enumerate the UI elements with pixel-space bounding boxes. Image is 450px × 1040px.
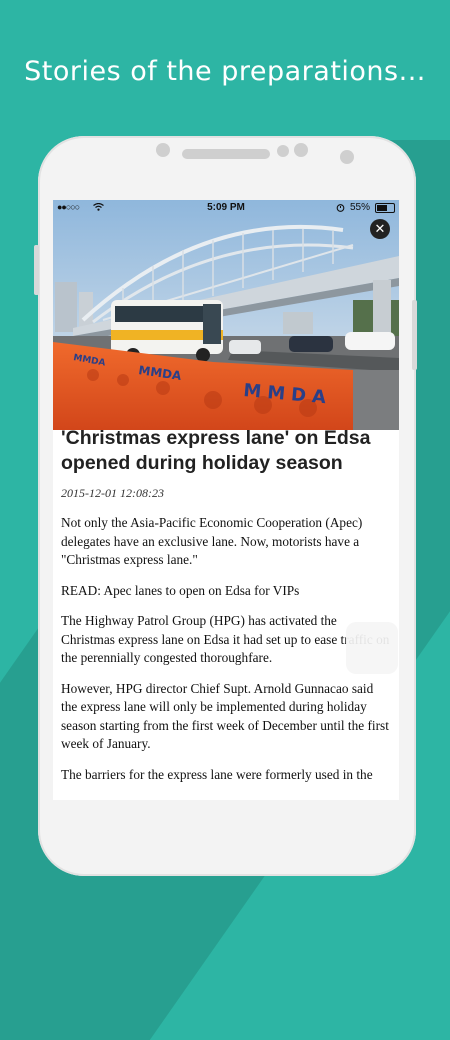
phone-sensor-3 (340, 150, 354, 164)
headline-rest: of the preparations... (121, 56, 426, 87)
status-bar: ●●○○○ 5:09 PM 55% (53, 200, 399, 216)
promo-headline: Stories of the preparations... (0, 56, 450, 87)
phone-sensor (277, 145, 289, 157)
article-paragraph: The Highway Patrol Group (HPG) has activ… (61, 613, 390, 665)
article-body: 'Christmas express lane' on Edsa opened … (61, 426, 391, 796)
phone-speaker (182, 149, 270, 159)
article-date: 2015-12-01 12:08:23 (61, 486, 164, 500)
floating-action-button[interactable] (346, 622, 398, 674)
battery-percent: 55% (349, 202, 370, 213)
article-title: 'Christmas express lane' on Edsa opened … (61, 427, 371, 474)
phone-sensor-2 (294, 143, 308, 157)
phone-screen: MMDA MMDA MMDA ●●○○○ 5:09 PM 55% ✕ 'Chri… (53, 200, 399, 800)
close-icon: ✕ (374, 221, 386, 236)
phone-volume-button (34, 245, 39, 295)
phone-camera (156, 143, 170, 157)
article-paragraph: The barriers for the express lane were f… (61, 766, 373, 782)
article-paragraph: However, HPG director Chief Supt. Arnold… (61, 680, 389, 752)
phone-power-button (412, 300, 417, 370)
battery-icon (375, 202, 395, 213)
alarm-icon (336, 204, 345, 212)
article-hero-image: MMDA MMDA MMDA (53, 200, 399, 430)
headline-bold-word: Stories (24, 56, 122, 87)
article-paragraph: Not only the Asia-Pacific Economic Coope… (61, 515, 363, 567)
article-read-link[interactable]: READ: Apec lanes to open on Edsa for VIP… (61, 582, 391, 601)
close-button[interactable]: ✕ (370, 219, 390, 239)
